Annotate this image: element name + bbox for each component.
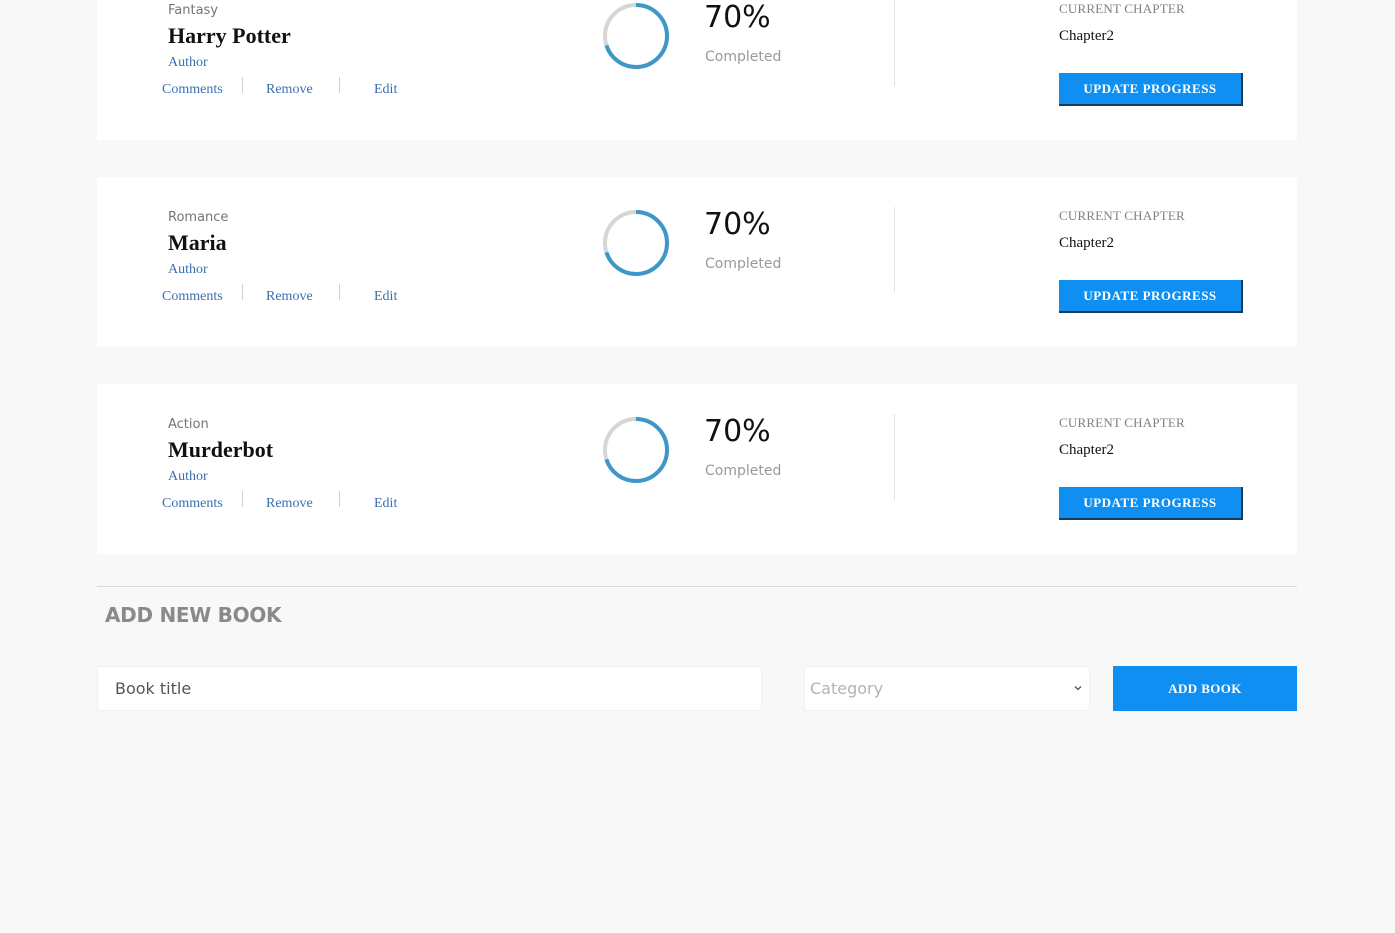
comments-link[interactable]: Comments xyxy=(162,287,223,307)
chevron-down-icon xyxy=(1074,686,1082,691)
book-info: Action Murderbot Author xyxy=(168,416,273,486)
action-divider xyxy=(242,77,243,93)
action-divider xyxy=(242,284,243,300)
book-title: Harry Potter xyxy=(168,23,291,48)
current-chapter-label: CURRENT CHAPTER xyxy=(1059,208,1185,223)
category-select[interactable]: Category xyxy=(804,666,1090,711)
progress-label: Completed xyxy=(705,256,782,272)
current-chapter-value: Chapter2 xyxy=(1059,442,1114,458)
update-progress-button[interactable]: UPDATE PROGRESS xyxy=(1059,487,1243,520)
update-progress-button[interactable]: UPDATE PROGRESS xyxy=(1059,280,1243,313)
book-category: Fantasy xyxy=(168,3,219,18)
book-title: Murderbot xyxy=(168,437,274,462)
action-divider xyxy=(339,491,340,507)
book-author-link[interactable]: Author xyxy=(168,54,291,72)
remove-link[interactable]: Remove xyxy=(266,494,313,514)
section-divider xyxy=(97,586,1297,587)
book-card: Action Murderbot Author Comments Remove … xyxy=(97,384,1297,554)
add-book-button[interactable]: ADD BOOK xyxy=(1113,666,1297,711)
action-divider xyxy=(339,77,340,93)
progress-percent: 70% xyxy=(704,207,771,242)
book-info: Romance Maria Author xyxy=(168,209,228,279)
card-divider xyxy=(894,0,895,86)
comments-link[interactable]: Comments xyxy=(162,494,223,514)
progress-ring xyxy=(603,417,669,483)
add-book-heading: ADD NEW BOOK xyxy=(105,603,282,627)
book-card: Fantasy Harry Potter Author Comments Rem… xyxy=(97,0,1297,140)
edit-link[interactable]: Edit xyxy=(374,80,397,100)
current-chapter-value: Chapter2 xyxy=(1059,235,1114,251)
book-info: Fantasy Harry Potter Author xyxy=(168,2,291,72)
edit-link[interactable]: Edit xyxy=(374,287,397,307)
progress-percent: 70% xyxy=(704,0,771,35)
current-chapter-label: CURRENT CHAPTER xyxy=(1059,1,1185,16)
book-category: Romance xyxy=(168,210,229,225)
category-select-value: Category xyxy=(810,679,884,698)
progress-percent: 70% xyxy=(704,414,771,449)
book-list: Fantasy Harry Potter Author Comments Rem… xyxy=(97,0,1297,591)
book-title-input[interactable] xyxy=(97,666,762,711)
progress-ring xyxy=(603,210,669,276)
book-card: Romance Maria Author Comments Remove Edi… xyxy=(97,177,1297,347)
card-divider xyxy=(894,207,895,293)
current-chapter-value: Chapter2 xyxy=(1059,28,1114,44)
current-chapter-label: CURRENT CHAPTER xyxy=(1059,415,1185,430)
remove-link[interactable]: Remove xyxy=(266,287,313,307)
book-category: Action xyxy=(168,417,209,432)
book-author-link[interactable]: Author xyxy=(168,468,273,486)
action-divider xyxy=(339,284,340,300)
edit-link[interactable]: Edit xyxy=(374,494,397,514)
page: Fantasy Harry Potter Author Comments Rem… xyxy=(0,0,1395,933)
action-divider xyxy=(242,491,243,507)
update-progress-button[interactable]: UPDATE PROGRESS xyxy=(1059,73,1243,106)
progress-label: Completed xyxy=(705,49,782,65)
progress-label: Completed xyxy=(705,463,782,479)
progress-ring xyxy=(603,3,669,69)
remove-link[interactable]: Remove xyxy=(266,80,313,100)
book-author-link[interactable]: Author xyxy=(168,261,228,279)
book-title: Maria xyxy=(168,230,227,255)
card-divider xyxy=(894,414,895,500)
comments-link[interactable]: Comments xyxy=(162,80,223,100)
